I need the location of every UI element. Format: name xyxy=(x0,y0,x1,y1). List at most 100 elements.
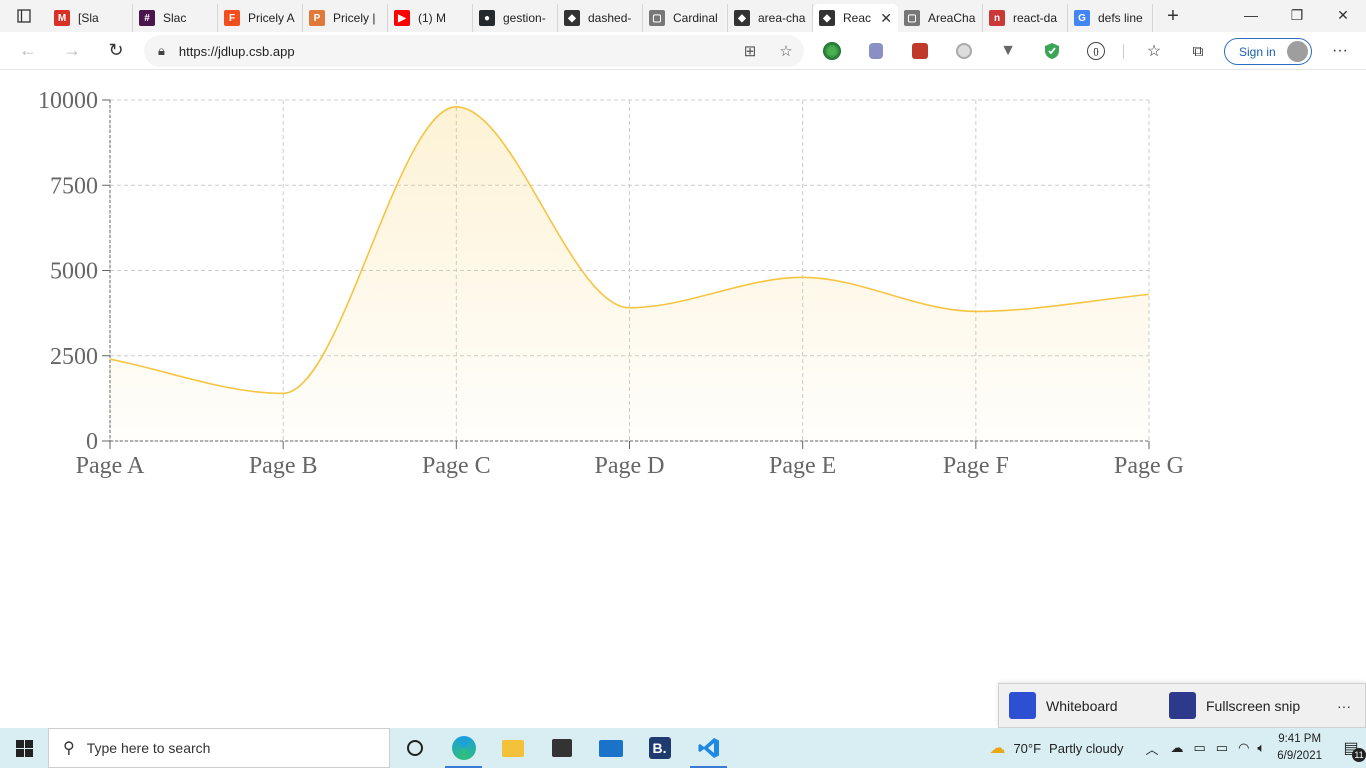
extension-red-button[interactable] xyxy=(900,32,940,70)
tab-title: (1) M xyxy=(418,11,446,25)
whiteboard-button[interactable]: Whiteboard xyxy=(999,683,1159,728)
clock-time: 9:41 PM xyxy=(1278,733,1322,745)
url-text[interactable]: https://jdlup.csb.app xyxy=(179,44,732,59)
collections-icon: ⧉ xyxy=(1192,42,1204,60)
y-tick-label: 5000 xyxy=(50,259,98,285)
code-extension-icon: {} xyxy=(1087,42,1105,60)
extension-vue-button[interactable]: ▼ xyxy=(988,32,1028,70)
refresh-button[interactable]: ↻ xyxy=(94,32,138,70)
tab-title: AreaCha xyxy=(928,11,976,25)
address-bar[interactable]: 🔒︎ https://jdlup.csb.app ⊞ ☆ xyxy=(144,35,804,67)
search-placeholder: Type here to search xyxy=(86,740,211,756)
restore-button[interactable]: ❐ xyxy=(1274,0,1320,30)
tab-actions-button[interactable] xyxy=(0,0,48,32)
area-chart: 0 2500 5000 7500 10000 Page A Page B Page C Page… xyxy=(0,71,1366,491)
forward-button[interactable]: → xyxy=(50,32,94,70)
extension-gray-button[interactable] xyxy=(944,32,984,70)
close-tab-icon[interactable]: ✕ xyxy=(880,10,892,27)
extension-shield-button[interactable] xyxy=(1032,32,1072,70)
browser-tab[interactable]: ▢ Cardinal xyxy=(643,4,728,32)
start-button[interactable] xyxy=(0,728,48,768)
page-icon: ▢ xyxy=(649,10,665,26)
refresh-icon: ↻ xyxy=(108,40,124,60)
gray-extension-icon xyxy=(956,43,972,59)
browser-tab[interactable]: ◆ dashed- xyxy=(558,4,643,32)
chevron-up-icon[interactable]: ︿ xyxy=(1145,739,1158,758)
x-tick-label: Page A xyxy=(76,453,145,479)
browser-tab[interactable]: ◆ area-cha xyxy=(728,4,813,32)
taskbar: ⚲ Type here to search B. ☁ 70°F Partly c… xyxy=(0,728,1366,768)
b-app-icon: B. xyxy=(648,737,671,759)
tab-title: [Sla xyxy=(78,11,99,25)
x-tick-label: Page G xyxy=(1114,453,1184,479)
browser-tab[interactable]: # Slac xyxy=(133,4,218,32)
settings-more-button[interactable]: ··· xyxy=(1322,32,1358,70)
app-available-icon[interactable]: ⊞ xyxy=(732,42,768,60)
back-button[interactable]: ← xyxy=(6,32,50,70)
weather-icon: ☁ xyxy=(989,740,1006,757)
store-button[interactable] xyxy=(537,728,586,768)
clock[interactable]: 9:41 PM 6/9/2021 xyxy=(1277,731,1322,765)
extension-globe-button[interactable] xyxy=(812,32,852,70)
minimize-button[interactable]: — xyxy=(1228,0,1274,30)
taskbar-search-box[interactable]: ⚲ Type here to search xyxy=(48,728,390,768)
y-tick-label: 7500 xyxy=(50,173,98,199)
window-controls: — ❐ ✕ xyxy=(1228,0,1366,30)
fullscreen-snip-button[interactable]: Fullscreen snip xyxy=(1159,683,1319,728)
collections-button[interactable]: ⧉ xyxy=(1178,32,1218,70)
mail-button[interactable] xyxy=(586,728,635,768)
sign-in-button[interactable]: Sign in xyxy=(1224,38,1312,65)
y-tick-label: 2500 xyxy=(50,344,98,370)
new-tab-button[interactable]: + xyxy=(1153,0,1193,32)
onedrive-icon[interactable]: ☁ xyxy=(1170,740,1183,756)
edge-icon xyxy=(451,736,476,760)
weather-desc[interactable]: Partly cloudy xyxy=(1049,741,1123,756)
wifi-icon[interactable]: ◠ xyxy=(1238,740,1249,756)
globe-extension-icon xyxy=(823,42,841,60)
x-tick-label: Page E xyxy=(769,453,836,479)
youtube-icon: ▶ xyxy=(394,10,410,26)
browser-tab[interactable]: P Pricely | xyxy=(303,4,388,32)
device-icon[interactable]: ▭ xyxy=(1193,740,1205,756)
snip-toolbar: Whiteboard Fullscreen snip ··· xyxy=(998,683,1366,728)
codesandbox-icon: ◆ xyxy=(564,10,580,26)
sign-in-label: Sign in xyxy=(1239,44,1276,59)
browser-tab[interactable]: M [Sla xyxy=(48,4,133,32)
snip-more-button[interactable]: ··· xyxy=(1337,698,1351,714)
tab-title: react-da xyxy=(1013,11,1058,25)
battery-icon[interactable]: ▭ xyxy=(1216,740,1228,756)
page-icon: ▢ xyxy=(904,10,920,26)
vscode-icon xyxy=(698,738,719,758)
browser-tab[interactable]: ● gestion- xyxy=(473,4,558,32)
npm-icon: n xyxy=(989,10,1005,26)
browser-tab[interactable]: ▶ (1) M xyxy=(388,4,473,32)
tab-strip: M [Sla # Slac F Pricely A P Pricely | ▶ (1) M ● ge… xyxy=(0,0,1366,32)
browser-tab[interactable]: n react-da xyxy=(983,4,1068,32)
snip-icon xyxy=(1169,692,1196,719)
tab-title: dashed- xyxy=(588,11,632,25)
cortana-button[interactable] xyxy=(390,728,439,768)
y-tick-label: 0 xyxy=(86,429,98,455)
browser-tab[interactable]: ▢ AreaCha xyxy=(898,4,983,32)
edge-taskbar-button[interactable] xyxy=(439,728,488,768)
b-app-button[interactable]: B. xyxy=(635,728,684,768)
favorites-button[interactable]: ☆ xyxy=(1134,32,1174,70)
extension-code-button[interactable]: {} xyxy=(1076,32,1116,70)
volume-icon[interactable]: 🔈︎ xyxy=(1257,740,1265,756)
browser-tab[interactable]: ◆ Reac ✕ xyxy=(813,4,898,32)
mail-icon xyxy=(598,739,623,757)
favorites-star-icon: ☆ xyxy=(1146,43,1162,60)
whiteboard-label: Whiteboard xyxy=(1046,697,1118,714)
weather-temp[interactable]: 70°F xyxy=(1013,741,1041,756)
vscode-button[interactable] xyxy=(684,728,733,768)
windows-logo-icon xyxy=(15,739,33,757)
file-explorer-button[interactable] xyxy=(488,728,537,768)
clock-date: 6/9/2021 xyxy=(1277,750,1322,762)
browser-tab[interactable]: F Pricely A xyxy=(218,4,303,32)
red-extension-icon xyxy=(912,43,928,59)
add-favorite-icon[interactable]: ☆ xyxy=(768,42,804,60)
notifications-button[interactable]: ▤ 11 xyxy=(1336,728,1366,768)
extension-robot-button[interactable] xyxy=(856,32,896,70)
close-window-button[interactable]: ✕ xyxy=(1320,0,1366,30)
browser-tab[interactable]: Gdefs line xyxy=(1068,4,1153,32)
